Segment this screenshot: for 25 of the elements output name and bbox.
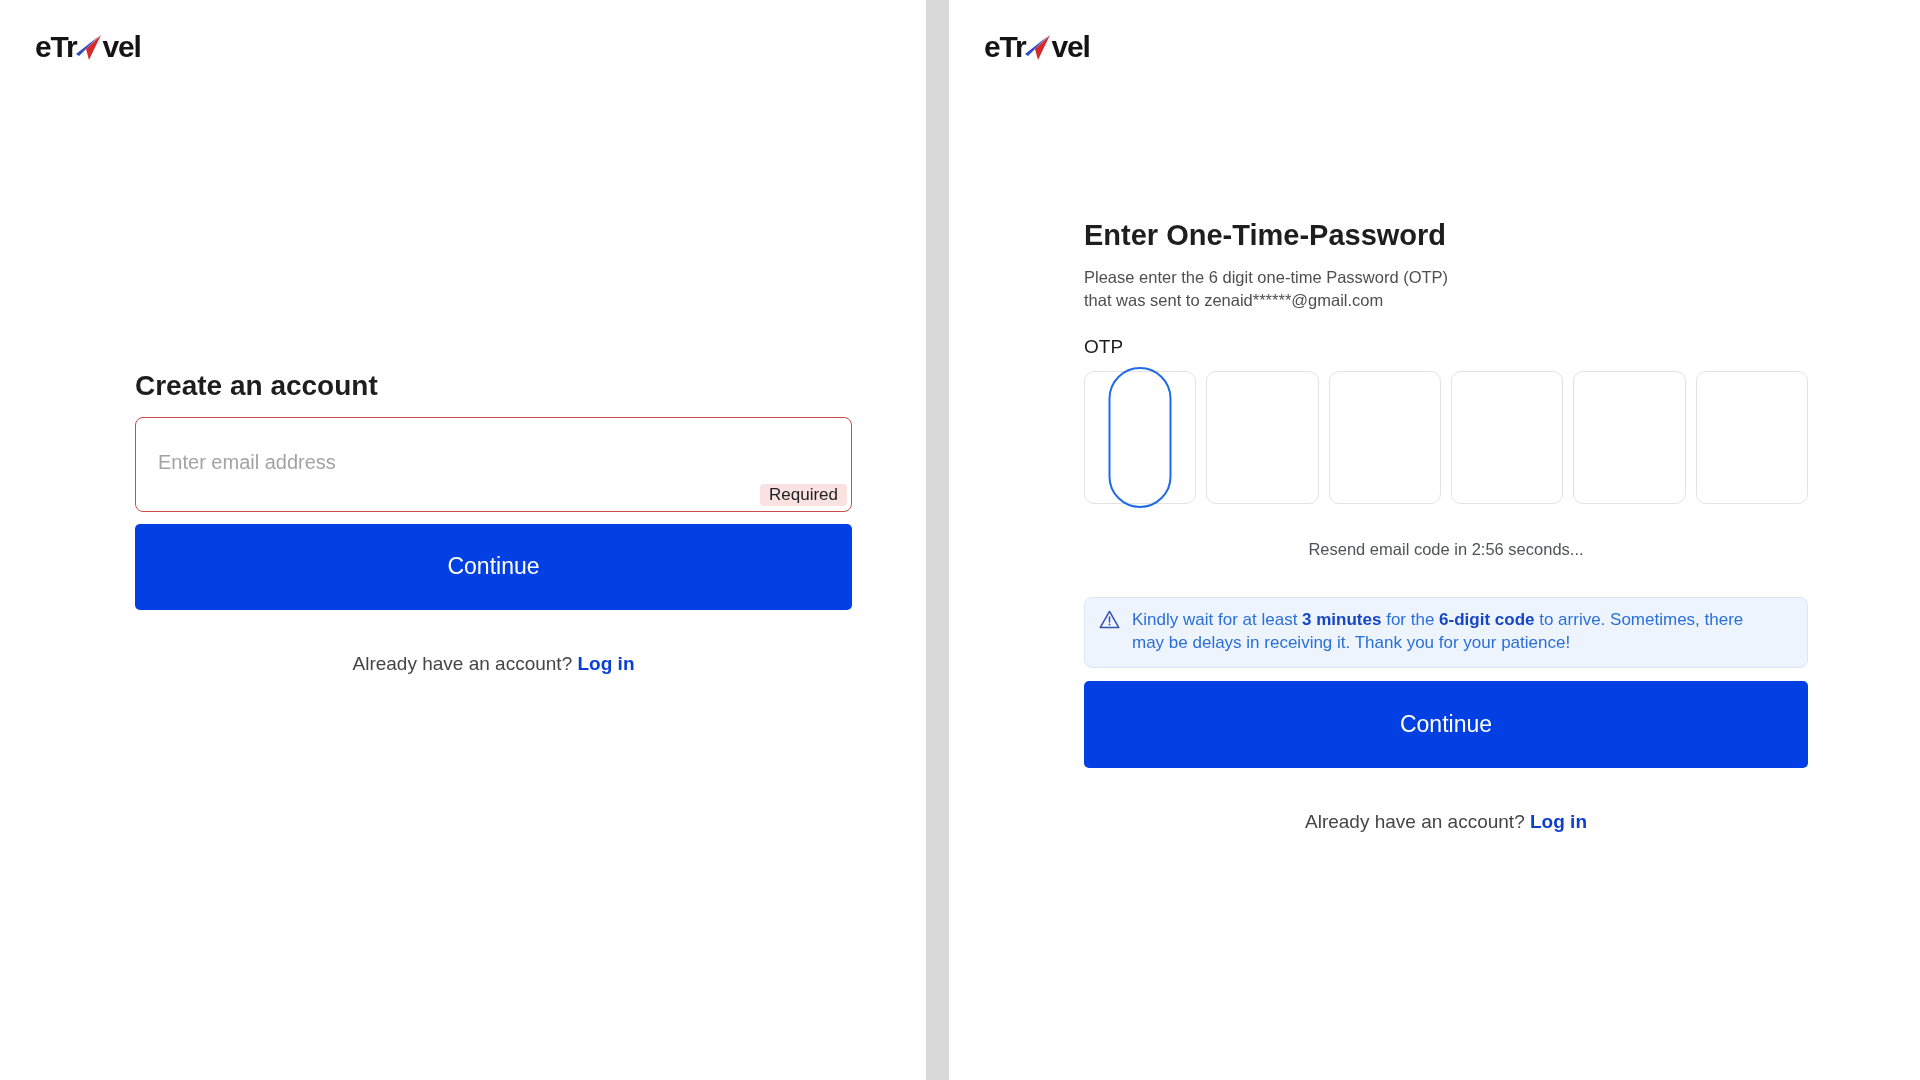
warning-icon — [1099, 610, 1120, 630]
continue-button[interactable]: Continue — [135, 523, 852, 610]
page-title: Enter One-Time-Password — [1084, 218, 1448, 253]
arrow-mark-icon — [1025, 34, 1051, 60]
otp-digit-field[interactable] — [1328, 370, 1441, 504]
login-link[interactable]: Log in — [577, 652, 635, 674]
login-link[interactable]: Log in — [1530, 810, 1587, 832]
logo-text: eTr — [984, 32, 1026, 62]
otp-digit-field[interactable] — [1206, 370, 1319, 504]
otp-label: OTP — [1084, 334, 1125, 359]
instruction-text: Please enter the 6 digit one-time Password (OTP) that was sent to zenaid******@gmail.com — [1084, 266, 1450, 312]
arrow-mark-icon — [76, 34, 102, 60]
logo-text: eTr — [35, 32, 77, 62]
notice-text: Kindly wait for at least 3 minutes for the 6-digit code to arrive. Sometimes, there may be delays in receiving it. Thank you for your patience! — [1132, 609, 1745, 655]
otp-digit-field[interactable] — [1573, 370, 1686, 504]
logo-text: vel — [1051, 32, 1090, 62]
page-title: Create an account — [135, 369, 379, 403]
required-badge: Required — [760, 483, 847, 506]
continue-button[interactable]: Continue — [1084, 680, 1808, 768]
login-prompt: Already have an account? Log in — [351, 651, 636, 676]
otp-digit-field[interactable] — [1695, 370, 1808, 504]
otp-digit-field[interactable] — [1451, 370, 1564, 504]
login-prompt: Already have an account? Log in — [1304, 809, 1588, 834]
resend-timer-text: Resend email code in 2:56 seconds... — [1307, 538, 1585, 560]
logo-text: vel — [102, 32, 141, 62]
